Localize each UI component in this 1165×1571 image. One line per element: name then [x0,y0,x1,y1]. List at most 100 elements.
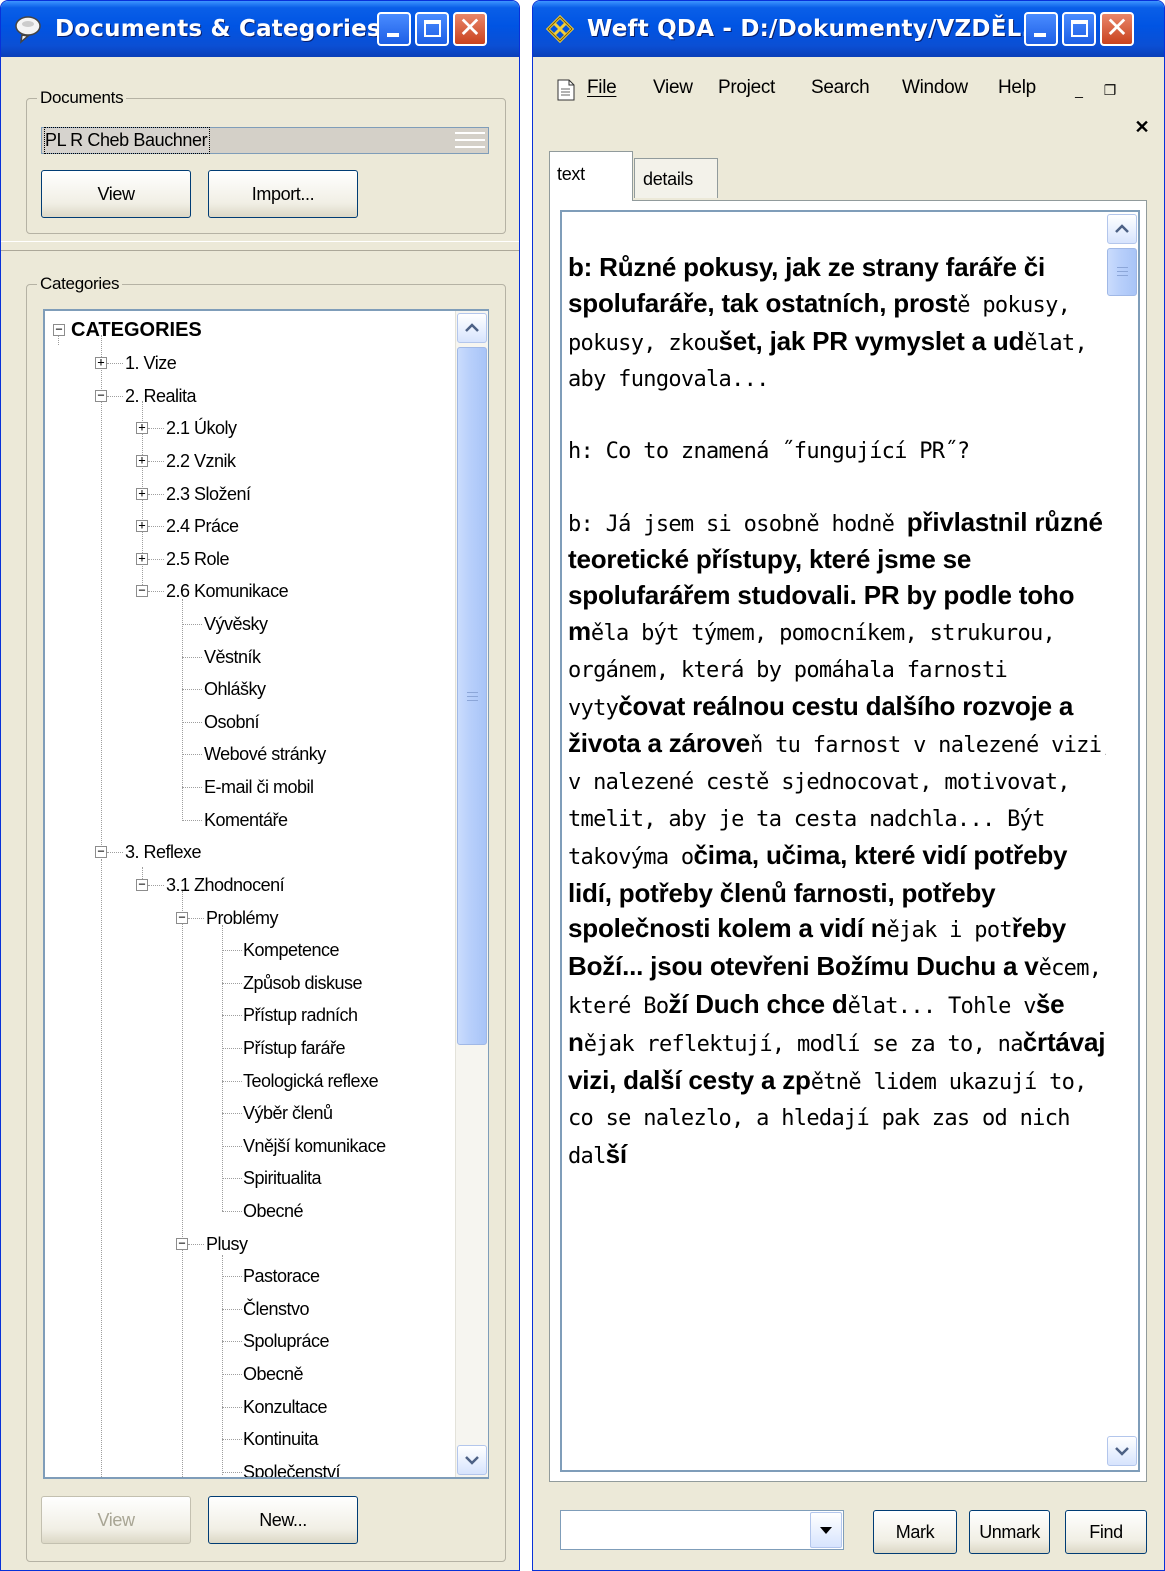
maximize-button[interactable] [415,12,449,46]
tree-item-2-3[interactable]: 2.3 Složení [166,478,251,510]
scroll-thumb[interactable] [457,347,487,1045]
tree-item-obecne-plus[interactable]: Obecně [243,1358,304,1390]
tree-item-osobni[interactable]: Osobní [204,706,260,738]
tree-item-problemy[interactable]: Problémy [206,902,279,934]
tree-item-obecne[interactable]: Obecné [243,1195,304,1227]
expand-icon[interactable]: + [136,519,148,532]
expand-icon[interactable]: + [136,552,148,565]
collapse-icon[interactable]: − [176,911,188,924]
tree-item-vyber-clenu[interactable]: Výběr členů [243,1097,333,1129]
tree-line [222,925,223,1211]
tree-item-ohlasky[interactable]: Ohlášky [204,673,266,705]
menu-help[interactable]: Help [998,77,1036,99]
tree-item-vyvesky[interactable]: Vývěsky [204,608,268,640]
maximize-button[interactable] [1062,12,1096,46]
scroll-up-button[interactable] [457,313,487,343]
collapse-icon[interactable]: − [176,1237,188,1250]
tree-item-kontinuita[interactable]: Kontinuita [243,1423,319,1455]
tree-item-zpusob-diskuse[interactable]: Způsob diskuse [243,967,363,999]
tree-item-spiritualita[interactable]: Spiritualita [243,1162,322,1194]
mdi-close-icon[interactable]: ✕ [1131,117,1153,139]
collapse-icon[interactable]: − [136,878,148,891]
scroll-down-button[interactable] [1107,1436,1137,1466]
menu-view-label: View [653,77,693,98]
mdi-minimize-icon[interactable]: _ [1068,79,1090,101]
left-title-bar[interactable]: Documents & Categories ✕ [1,1,519,57]
collapse-icon[interactable]: − [53,323,65,336]
expand-icon[interactable]: + [136,487,148,500]
document-list-item[interactable]: PL R Cheb Bauchner [41,127,489,154]
tree-item-pristup-radnich[interactable]: Přístup radních [243,999,358,1031]
unmark-button[interactable]: Unmark [969,1510,1050,1554]
tree-item-plusy[interactable]: Plusy [206,1228,248,1260]
minimize-button[interactable] [377,12,411,46]
collapse-icon[interactable]: − [95,845,107,858]
category-combo[interactable] [560,1510,844,1550]
tree-item-spoluprace[interactable]: Spolupráce [243,1325,330,1357]
mark-button[interactable]: Mark [873,1510,957,1554]
mdi-restore-icon[interactable]: ❐ [1099,79,1121,101]
close-button[interactable]: ✕ [453,12,487,46]
new-category-button[interactable]: New... [208,1496,358,1544]
tree-item-webove-stranky[interactable]: Webové stránky [204,738,326,770]
tab-text[interactable]: text [549,151,633,201]
right-title-bar[interactable]: Weft QDA - D:/Dokumenty/VZDĚL... ✕ [533,1,1164,57]
scroll-up-button[interactable] [1107,214,1137,244]
tree-item-pristup-farare[interactable]: Přístup faráře [243,1032,346,1064]
view-document-button[interactable]: View [41,170,191,218]
tree-line [107,363,123,364]
tree-item-1-vize[interactable]: 1. Vize [125,347,177,379]
tree-item-3-1[interactable]: 3.1 Zhodnocení [166,869,285,901]
menu-file[interactable]: File [587,77,617,99]
tree-item-spolecenstvi[interactable]: Společenství [243,1456,341,1477]
tree-item-3-reflexe[interactable]: 3. Reflexe [125,836,202,868]
expand-icon[interactable]: + [136,421,148,434]
collapse-icon[interactable]: − [95,389,107,402]
tree-item-clenstvo[interactable]: Členstvo [243,1293,310,1325]
tree-item-2-4[interactable]: 2.4 Práce [166,510,239,542]
combo-dropdown-button[interactable] [810,1512,842,1548]
document-text-area[interactable]: b: Různé pokusy, jak ze strany faráře či… [560,210,1140,1472]
tree-item-2-6[interactable]: 2.6 Komunikace [166,575,289,607]
tree-line [182,820,202,821]
tree-item-vnejsi-komunikace[interactable]: Vnější komunikace [243,1130,386,1162]
tree-line [107,396,123,397]
tree-root[interactable]: CATEGORIES [71,314,202,346]
pane-splitter[interactable] [1,241,519,251]
tree-item-kompetence[interactable]: Kompetence [243,934,340,966]
maximize-icon [424,20,441,37]
find-button[interactable]: Find [1065,1510,1147,1554]
tree-item-2-5[interactable]: 2.5 Role [166,543,230,575]
tree-item-vestnik[interactable]: Věstník [204,641,261,673]
tree-item-2-2[interactable]: 2.2 Vznik [166,445,236,477]
collapse-icon[interactable]: − [136,584,148,597]
view-category-button[interactable]: View [41,1496,191,1544]
grip-icon [467,692,478,701]
tree-item-2-realita[interactable]: 2. Realita [125,380,197,412]
minimize-button[interactable] [1024,12,1058,46]
scroll-thumb[interactable] [1107,248,1137,296]
tree-item-2-1[interactable]: 2.1 Úkoly [166,412,237,444]
categories-tree[interactable]: − + − + + + + + − − − − − CATEGORIES 1. … [43,309,489,1479]
text-run: ělat... Tohle v [847,993,1037,1019]
tree-item-komentare[interactable]: Komentáře [204,804,288,836]
document-icon [557,79,575,106]
menu-view[interactable]: View [653,77,693,99]
tree-item-teologicka-reflexe[interactable]: Teologická reflexe [243,1065,379,1097]
tree-item-pastorace[interactable]: Pastorace [243,1260,320,1292]
menu-project[interactable]: Project [718,77,775,99]
tree-scrollbar[interactable] [455,311,488,1477]
menu-window[interactable]: Window [902,77,968,99]
text-scrollbar[interactable] [1106,212,1138,1470]
expand-icon[interactable]: + [136,454,148,467]
expand-icon[interactable]: + [95,356,107,369]
weft-logo-icon [543,12,577,46]
import-button[interactable]: Import... [208,170,358,218]
maximize-icon [1071,20,1088,37]
close-button[interactable]: ✕ [1100,12,1134,46]
scroll-down-button[interactable] [457,1445,487,1475]
tree-item-email[interactable]: E-mail či mobil [204,771,314,803]
tab-details[interactable]: details [634,158,718,198]
menu-search[interactable]: Search [811,77,870,99]
tree-item-konzultace[interactable]: Konzultace [243,1391,328,1423]
